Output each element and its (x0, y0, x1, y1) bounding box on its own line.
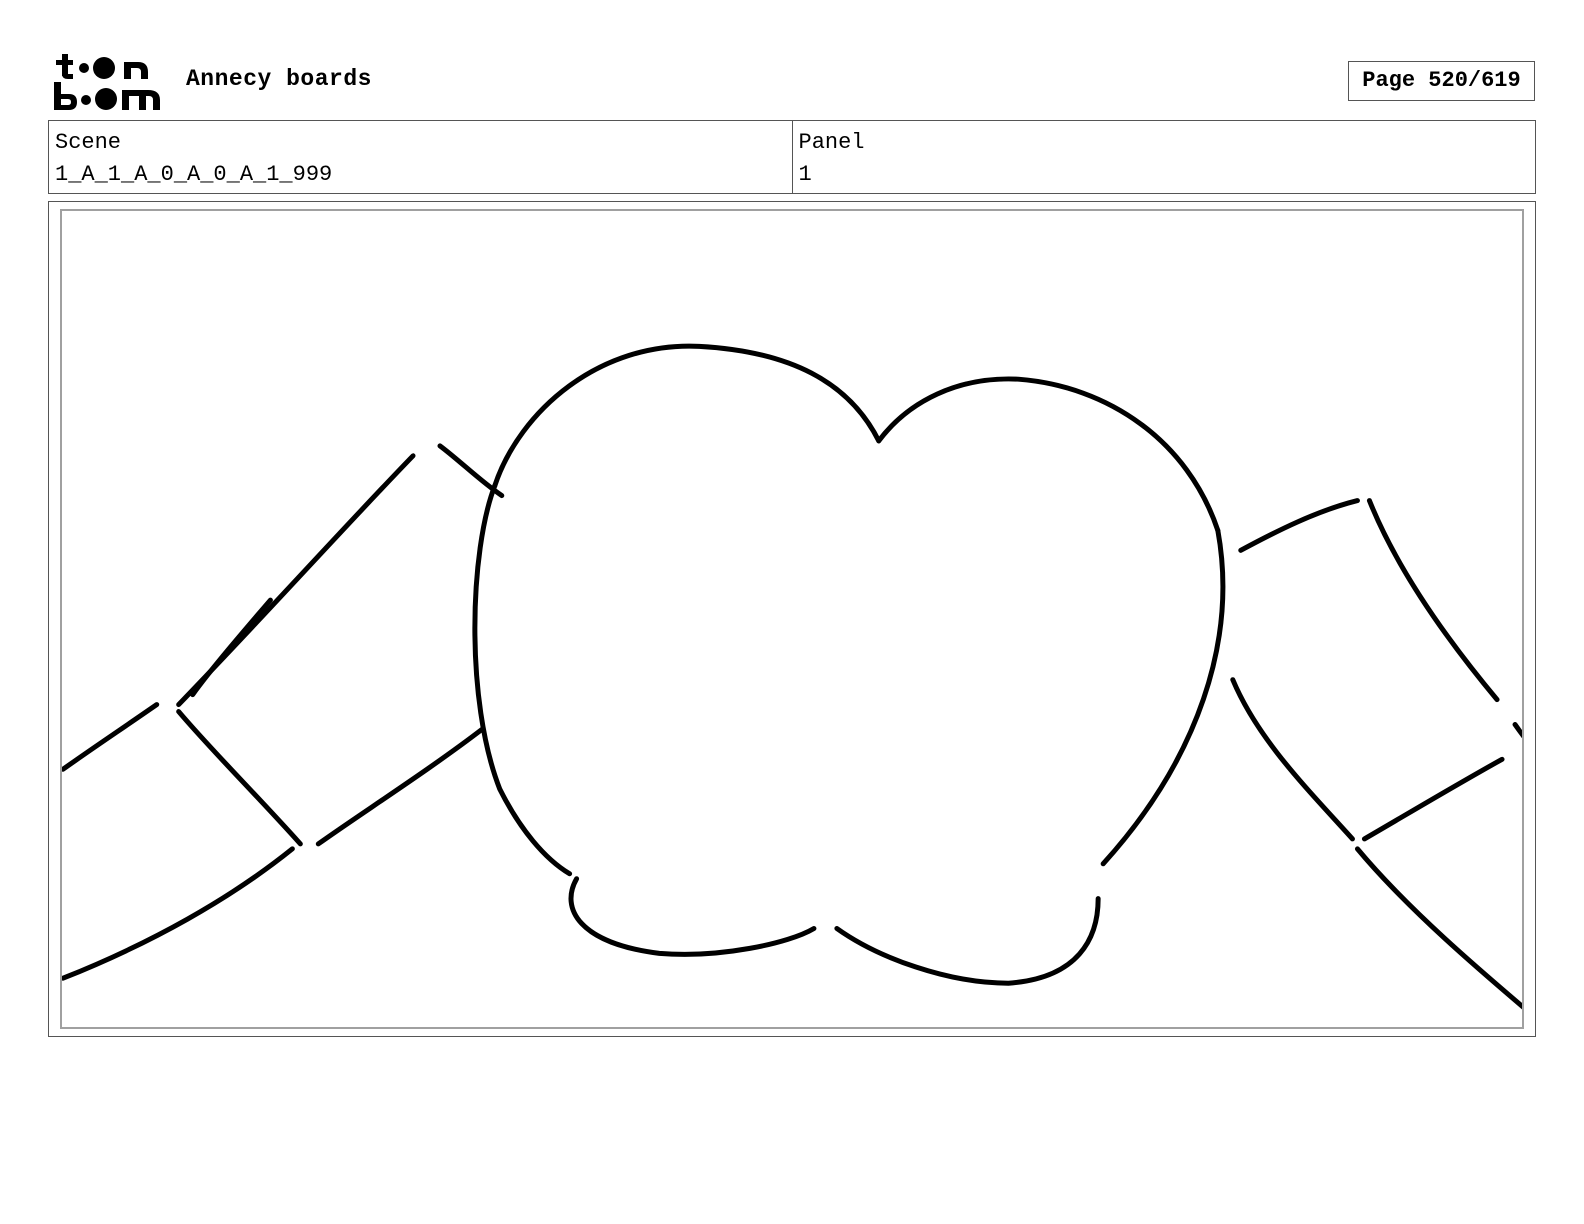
scene-value: 1_A_1_A_0_A_0_A_1_999 (55, 162, 333, 187)
storyboard-panel-frame (48, 201, 1536, 1037)
panel-value: 1 (798, 162, 812, 187)
sketch-left-beam-cross (176, 709, 303, 847)
scene-panel-info-table: Scene 1_A_1_A_0_A_0_A_1_999 Panel 1 (48, 120, 1536, 194)
storyboard-panel-image (60, 209, 1524, 1029)
panel-cell: Panel 1 (791, 121, 1536, 193)
sketch-right-beam-bottom (1354, 846, 1522, 1010)
sketch-right-beam-cross (1361, 756, 1505, 842)
sketch-blob-top-right (876, 376, 1221, 533)
sketch-blob-right-side (1100, 527, 1226, 867)
sketch-right-beam-edge (1512, 721, 1522, 739)
sketch-left-beam-thin (190, 597, 273, 698)
sketch-left-beam-left-top (62, 702, 160, 772)
page-indicator: Page 520/619 (1348, 61, 1535, 101)
sketch-left-hook (437, 443, 505, 499)
panel-label: Panel (798, 130, 865, 155)
scene-cell: Scene 1_A_1_A_0_A_0_A_1_999 (49, 121, 792, 193)
sketch-right-beam-left (1230, 677, 1355, 842)
sketch-left-beam-bottom (62, 846, 295, 981)
sketch-right-beam-top (1238, 498, 1360, 553)
project-title: Annecy boards (186, 66, 372, 92)
storyboard-sketch-drawing (62, 343, 1522, 1010)
sketch-left-beam-mid (315, 726, 485, 847)
scene-label: Scene (55, 130, 122, 155)
sketch-blob-top-left (492, 343, 882, 489)
toon-boom-logo (54, 54, 160, 110)
sketch-blob-left-side (472, 483, 573, 877)
sketch-blob-bottom-left (568, 876, 817, 957)
sketch-right-beam-upper (1366, 498, 1500, 703)
sketch-blob-bottom-right (834, 896, 1101, 986)
